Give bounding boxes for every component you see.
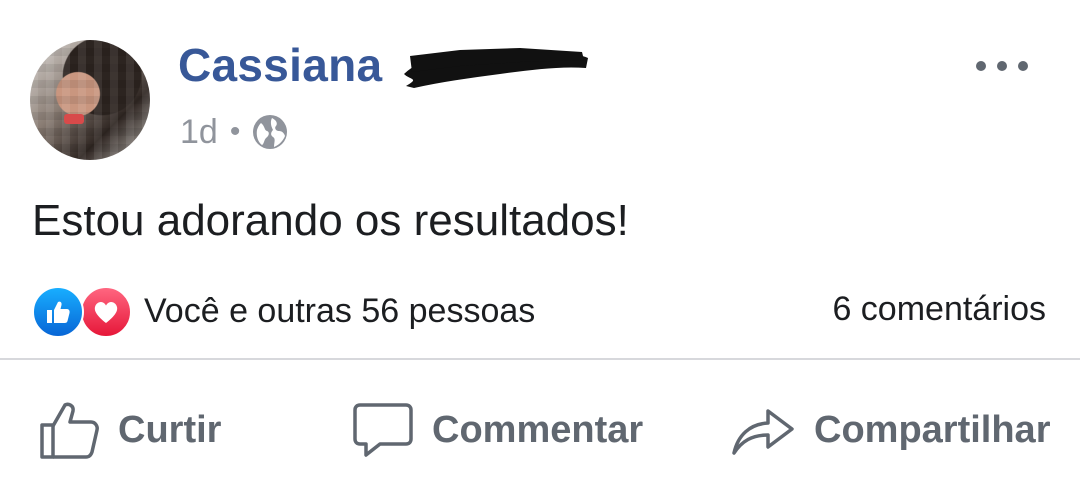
reactions-summary[interactable]: Você e outras 56 pessoas [32, 286, 535, 338]
post-text: Estou adorando os resultados! [32, 196, 629, 245]
like-reaction-icon [32, 286, 84, 338]
avatar-pixelation [30, 40, 150, 160]
more-options-icon[interactable] [976, 56, 1028, 76]
share-label: Compartilhar [814, 408, 1051, 451]
avatar-detail [64, 114, 84, 124]
comment-label: Commentar [432, 408, 644, 451]
meta-separator: • [229, 115, 241, 148]
comment-icon [353, 403, 413, 457]
feed-post: Cassiana 1d • Estou adorando os resultad… [0, 0, 1080, 496]
reaction-count[interactable]: Você e outras 56 pessoas [144, 292, 535, 331]
author-name[interactable]: Cassiana [178, 38, 382, 92]
like-label: Curtir [118, 408, 222, 451]
globe-icon[interactable] [252, 114, 288, 150]
divider [0, 358, 1080, 360]
share-arrow-icon [732, 409, 794, 455]
like-button[interactable]: Curtir [38, 392, 221, 468]
thumbs-up-icon [40, 402, 99, 459]
more-dot [997, 61, 1007, 71]
comments-count[interactable]: 6 comentários [832, 290, 1046, 329]
love-reaction-icon [80, 286, 132, 338]
post-meta: 1d • [180, 110, 288, 154]
author-avatar[interactable] [30, 40, 150, 160]
post-time[interactable]: 1d [180, 113, 218, 152]
redaction-scribble [404, 48, 588, 88]
reaction-icons [32, 286, 132, 338]
more-dot [1018, 61, 1028, 71]
comment-button[interactable]: Commentar [352, 392, 643, 468]
share-button[interactable]: Compartilhar [730, 392, 1050, 468]
more-dot [976, 61, 986, 71]
